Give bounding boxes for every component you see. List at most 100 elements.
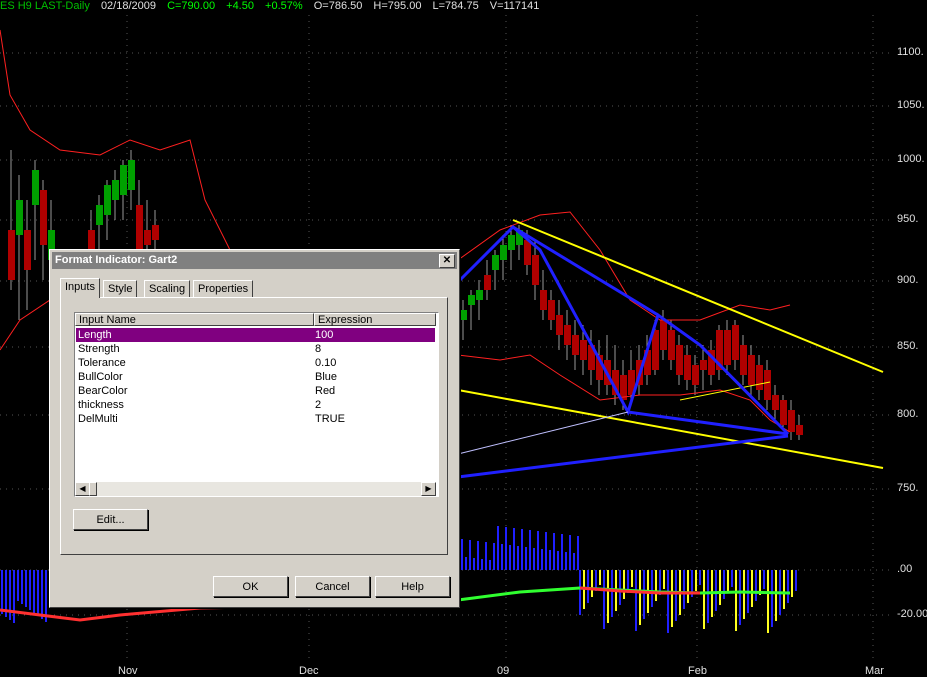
candle-body: [144, 230, 151, 245]
tab-properties[interactable]: Properties: [193, 280, 254, 297]
candle-body: [796, 425, 803, 435]
candle-body: [492, 255, 499, 270]
list-row-bearcolor[interactable]: BearColor Red: [76, 384, 435, 398]
candle-body: [724, 330, 731, 365]
tab-style[interactable]: Style: [103, 280, 138, 297]
dialog-title: Format Indicator: Gart2: [55, 254, 178, 266]
candle-body: [764, 370, 771, 400]
list-row-bullcolor[interactable]: BullColor Blue: [76, 370, 435, 384]
scroll-thumb[interactable]: [89, 482, 97, 496]
input-expression: 0.10: [315, 357, 337, 369]
tab-inputs[interactable]: Inputs: [60, 278, 100, 298]
candle-body: [476, 290, 483, 300]
candle-body: [24, 230, 31, 270]
channel-lower: [457, 389, 884, 469]
candle-body: [700, 360, 707, 370]
help-button[interactable]: Help: [375, 576, 450, 597]
candle-body: [524, 240, 531, 265]
candle-body: [128, 160, 135, 190]
close-icon: ✕: [442, 255, 452, 266]
candle-body: [548, 300, 555, 320]
candle-body: [120, 165, 127, 195]
inputs-list[interactable]: Input Name Expression Length 100 Strengt…: [74, 312, 439, 497]
volume-label: V=117141: [489, 0, 540, 12]
edit-button[interactable]: Edit...: [73, 509, 148, 530]
list-row-strength[interactable]: Strength 8: [76, 342, 435, 356]
price-label-750: 750.: [897, 482, 919, 494]
input-expression: Red: [315, 385, 336, 397]
candle-body: [96, 205, 103, 225]
list-row-length[interactable]: Length 100: [76, 328, 435, 342]
input-name: Strength: [78, 343, 120, 355]
candle-body: [484, 275, 491, 290]
price-label-950: 950.: [897, 213, 919, 225]
low-label: L=784.75: [432, 0, 479, 12]
month-label-dec: Dec: [299, 665, 319, 677]
input-expression: 2: [315, 399, 322, 411]
horizontal-scrollbar[interactable]: ◀ ▶: [75, 482, 436, 496]
cancel-button[interactable]: Cancel: [295, 576, 370, 597]
candle-body: [692, 365, 699, 385]
input-expression: TRUE: [315, 413, 345, 425]
candle-body: [460, 310, 467, 320]
chart-header: ES H9 LAST-Daily 02/18/2009 C=790.00 +4.…: [0, 0, 547, 12]
column-header-input-name[interactable]: Input Name: [75, 313, 314, 326]
candle-body: [580, 340, 587, 360]
dialog-titlebar[interactable]: Format Indicator: Gart2 ✕: [52, 252, 457, 269]
close-button[interactable]: ✕: [439, 254, 455, 268]
candle-body: [136, 205, 143, 250]
month-label-mar: Mar: [865, 665, 884, 677]
tab-scaling[interactable]: Scaling: [144, 280, 191, 297]
list-row-thickness[interactable]: thickness 2: [76, 398, 435, 412]
bollinger-upper: [0, 29, 351, 261]
candle-body: [500, 245, 507, 260]
price-label-1100: 1100.: [897, 46, 924, 58]
candle-body: [104, 185, 111, 215]
scroll-right-icon[interactable]: ▶: [421, 482, 436, 496]
input-name: BearColor: [78, 385, 128, 397]
high-label: H=795.00: [373, 0, 422, 12]
list-row-delmulti[interactable]: DelMulti TRUE: [76, 412, 435, 426]
candle-body: [40, 190, 47, 245]
symbol-label: ES H9 LAST-Daily: [0, 0, 90, 12]
candle-body: [748, 355, 755, 385]
candle-body: [8, 230, 15, 280]
candle-body: [572, 335, 579, 355]
candle-body: [556, 315, 563, 335]
ok-button[interactable]: OK: [213, 576, 288, 597]
candle-body: [468, 295, 475, 305]
candle-body: [676, 345, 683, 375]
candle-body: [532, 255, 539, 285]
list-row-tolerance[interactable]: Tolerance 0.10: [76, 356, 435, 370]
input-expression: Blue: [315, 371, 338, 383]
column-header-expression[interactable]: Expression: [314, 313, 436, 326]
month-label-09: 09: [497, 665, 510, 677]
candle-body: [660, 320, 667, 350]
candle-body: [508, 235, 515, 250]
input-name: DelMulti: [78, 413, 118, 425]
candle-body: [684, 355, 691, 380]
input-expression: 100: [315, 329, 334, 341]
indicator-label-neg20: -20.00: [897, 608, 927, 620]
candle-body: [732, 325, 739, 360]
candle-body: [756, 365, 763, 390]
price-label-900: 900.: [897, 274, 919, 286]
candle-body: [772, 395, 779, 410]
candle-body: [668, 330, 675, 360]
format-indicator-dialog[interactable]: Format Indicator: Gart2 ✕ Inputs Style S…: [49, 249, 460, 608]
open-label: O=786.50: [313, 0, 363, 12]
candle-body: [32, 170, 39, 205]
scroll-left-icon[interactable]: ◀: [75, 482, 90, 496]
candle-body: [88, 230, 95, 250]
month-label-feb: Feb: [688, 665, 707, 677]
change-pct-label: +0.57%: [265, 0, 303, 12]
candle-body: [788, 410, 795, 432]
indicator-label-zero: .00: [897, 563, 913, 575]
change-label: +4.50: [226, 0, 254, 12]
price-label-1000: 1000.: [897, 153, 925, 165]
month-label-nov: Nov: [118, 665, 138, 677]
input-expression: 8: [315, 343, 322, 355]
candle-body: [112, 180, 119, 200]
candle-body: [780, 400, 787, 425]
candle-body: [16, 200, 23, 235]
